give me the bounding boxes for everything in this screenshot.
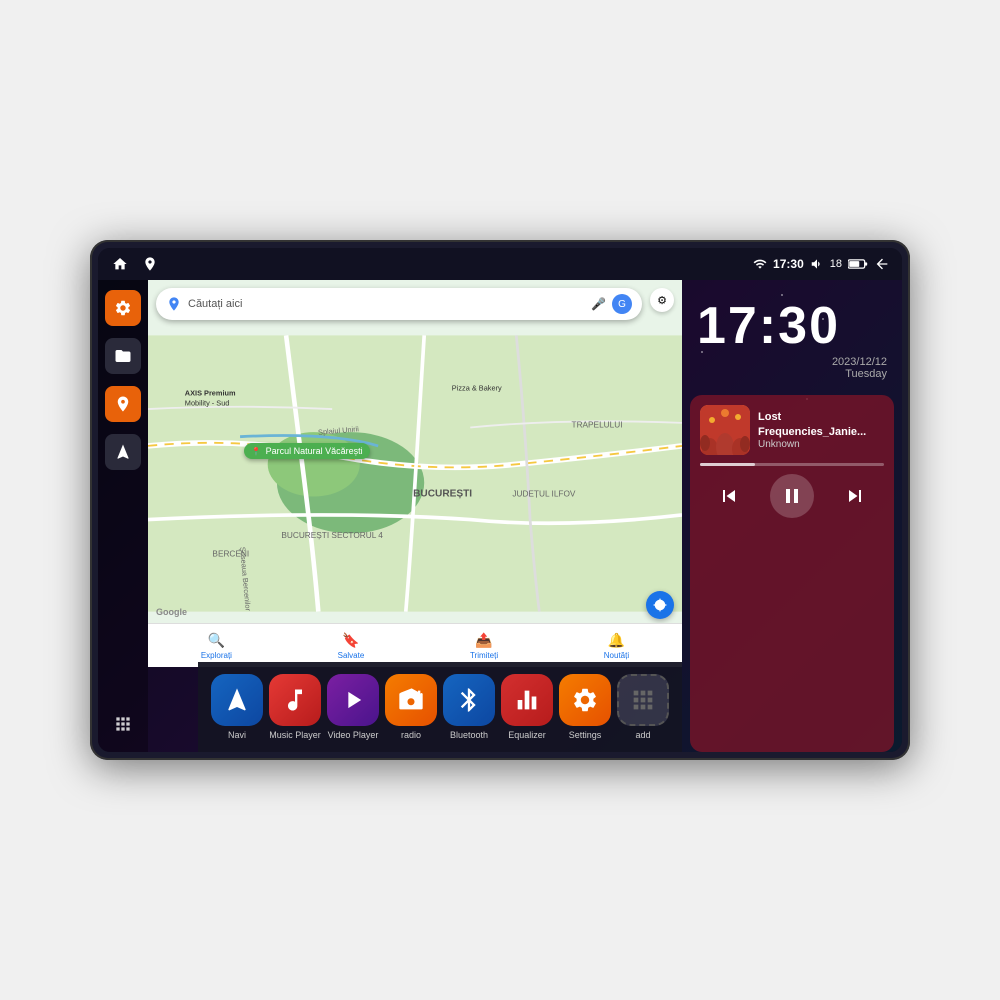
status-left-icons — [110, 254, 160, 274]
album-art-image — [700, 405, 750, 455]
add-label: add — [635, 730, 650, 740]
svg-text:BUCUREȘTI: BUCUREȘTI — [413, 489, 472, 500]
microphone-icon[interactable]: 🎤 — [591, 297, 606, 311]
clock-date: 2023/12/12 Tuesday — [697, 356, 887, 380]
maps-icon[interactable] — [140, 254, 160, 274]
svg-text:JUDEȚUL ILFOV: JUDEȚUL ILFOV — [512, 490, 576, 499]
video-player-label: Video Player — [328, 730, 379, 740]
sidebar-item-navigation[interactable] — [105, 434, 141, 470]
music-artist: Unknown — [758, 439, 884, 450]
equalizer-label: Equalizer — [508, 730, 546, 740]
app-radio[interactable]: radio — [385, 674, 437, 740]
google-logo: Google — [156, 607, 187, 617]
map-nav-explore[interactable]: 🔍 Explorați — [201, 632, 232, 660]
device-screen: 17:30 18 — [98, 248, 902, 752]
clock-time: 17:30 — [697, 300, 887, 352]
map-bottom-nav: 🔍 Explorați 🔖 Salvate 📤 Trimiteți � — [148, 623, 682, 667]
status-time: 17:30 — [773, 257, 804, 271]
bluetooth-label: Bluetooth — [450, 730, 488, 740]
navi-label: Navi — [228, 730, 246, 740]
app-video-player[interactable]: Video Player — [327, 674, 379, 740]
app-equalizer[interactable]: Equalizer — [501, 674, 553, 740]
radio-label: radio — [401, 730, 421, 740]
add-icon — [617, 674, 669, 726]
map-svg: BUCUREȘTI BUCUREȘTI SECTORUL 4 JUDEȚUL I… — [148, 280, 682, 667]
status-right-icons: 17:30 18 — [753, 256, 890, 272]
map-container[interactable]: BUCUREȘTI BUCUREȘTI SECTORUL 4 JUDEȚUL I… — [148, 280, 682, 667]
settings-icon — [559, 674, 611, 726]
map-locate-button[interactable] — [646, 591, 674, 619]
music-album-art — [700, 405, 750, 455]
music-controls — [700, 474, 884, 518]
map-search-bar[interactable]: Căutați aici 🎤 G — [156, 288, 642, 320]
pause-button[interactable] — [770, 474, 814, 518]
svg-text:AXIS Premium: AXIS Premium — [185, 388, 236, 397]
wifi-icon — [753, 257, 767, 271]
bluetooth-icon — [443, 674, 495, 726]
svg-text:BUCUREȘTI SECTORUL 4: BUCUREȘTI SECTORUL 4 — [281, 531, 383, 540]
map-settings-icon[interactable]: ⚙ — [650, 288, 674, 312]
back-icon[interactable] — [874, 256, 890, 272]
status-bar: 17:30 18 — [98, 248, 902, 280]
sidebar-item-files[interactable] — [105, 338, 141, 374]
radio-icon — [385, 674, 437, 726]
svg-text:Pizza & Bakery: Pizza & Bakery — [452, 384, 502, 393]
app-bluetooth[interactable]: Bluetooth — [443, 674, 495, 740]
main-content: BUCUREȘTI BUCUREȘTI SECTORUL 4 JUDEȚUL I… — [98, 280, 902, 752]
map-marker-park: Parcul Natural Văcărești — [244, 443, 370, 459]
settings-label: Settings — [569, 730, 602, 740]
home-icon[interactable] — [110, 254, 130, 274]
map-nav-news[interactable]: 🔔 Noutăți — [604, 632, 629, 660]
prev-button[interactable] — [711, 478, 747, 514]
map-area[interactable]: BUCUREȘTI BUCUREȘTI SECTORUL 4 JUDEȚUL I… — [148, 280, 682, 752]
music-section: Lost Frequencies_Janie... Unknown — [690, 395, 894, 752]
navi-icon — [211, 674, 263, 726]
map-user-avatar[interactable]: G — [612, 294, 632, 314]
app-add[interactable]: add — [617, 674, 669, 740]
music-player-icon — [269, 674, 321, 726]
svg-text:Mobility - Sud: Mobility - Sud — [185, 398, 230, 407]
music-info: Lost Frequencies_Janie... Unknown — [700, 405, 884, 455]
battery-number: 18 — [830, 258, 842, 270]
next-button[interactable] — [837, 478, 873, 514]
music-text: Lost Frequencies_Janie... Unknown — [758, 410, 884, 450]
app-music-player[interactable]: Music Player — [269, 674, 321, 740]
app-navi[interactable]: Navi — [211, 674, 263, 740]
music-progress-bar[interactable] — [700, 463, 884, 466]
video-player-icon — [327, 674, 379, 726]
app-settings[interactable]: Settings — [559, 674, 611, 740]
car-display-device: 17:30 18 — [90, 240, 910, 760]
sidebar-item-grid[interactable] — [105, 706, 141, 742]
clock-section: 17:30 2023/12/12 Tuesday — [682, 280, 902, 395]
apps-bar: Navi Music Player — [198, 662, 682, 752]
map-nav-share[interactable]: 📤 Trimiteți — [470, 632, 498, 660]
battery-icon — [848, 258, 868, 270]
sidebar — [98, 280, 148, 752]
sidebar-item-maps[interactable] — [105, 386, 141, 422]
music-title: Lost Frequencies_Janie... — [758, 410, 884, 439]
sidebar-item-settings[interactable] — [105, 290, 141, 326]
svg-text:TRAPELULUI: TRAPELULUI — [572, 420, 623, 429]
equalizer-icon — [501, 674, 553, 726]
map-search-placeholder: Căutați aici — [188, 298, 585, 310]
right-panel: 17:30 2023/12/12 Tuesday — [682, 280, 902, 752]
map-nav-saved[interactable]: 🔖 Salvate — [338, 632, 365, 660]
volume-icon — [810, 257, 824, 271]
music-player-label: Music Player — [269, 730, 321, 740]
